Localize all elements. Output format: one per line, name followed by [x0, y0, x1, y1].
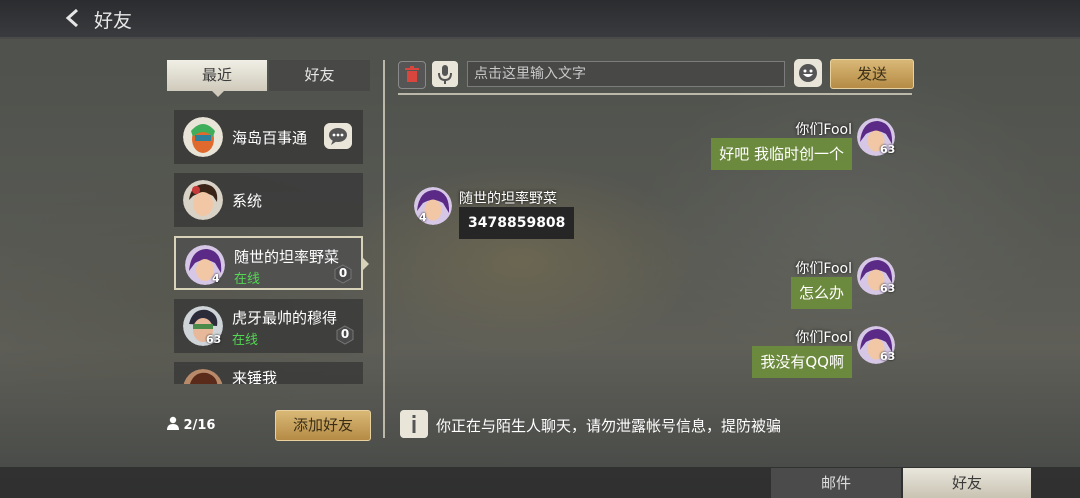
message-bubble: 3478859808	[459, 207, 575, 239]
tab-mail[interactable]: 邮件	[771, 468, 901, 498]
contact-item-selected[interactable]: 4 随世的坦率野菜 在线 0	[174, 236, 363, 290]
info-icon	[400, 410, 428, 438]
message-input[interactable]	[467, 61, 785, 87]
friend-count: 2/16	[167, 416, 215, 433]
unread-badge: 0	[333, 264, 353, 284]
send-button[interactable]: 发送	[830, 59, 914, 89]
message-bubble: 怎么办	[790, 277, 852, 309]
level-badge: 4	[212, 272, 220, 285]
level-badge: 63	[880, 143, 896, 156]
chat-bubble-icon[interactable]	[324, 123, 352, 149]
tab-friends[interactable]: 好友	[269, 60, 370, 91]
level-badge: 4	[419, 211, 427, 224]
message-sender: 你们Fool	[795, 261, 852, 277]
contact-item[interactable]: 来锤我	[174, 362, 363, 384]
selection-arrow-icon	[363, 258, 369, 270]
online-status: 在线	[232, 333, 259, 348]
contact-item-npc[interactable]: 海岛百事通	[174, 110, 363, 164]
unread-count: 0	[338, 266, 348, 280]
message-sender: 你们Fool	[795, 330, 852, 346]
emoji-icon[interactable]	[794, 59, 822, 87]
microphone-icon[interactable]	[432, 61, 458, 87]
message-bubble: 我没有QQ啊	[752, 346, 852, 378]
contact-name: 虎牙最帅的穆得	[232, 309, 338, 327]
back-arrow-icon[interactable]	[64, 8, 84, 28]
message-sender: 你们Fool	[795, 122, 852, 138]
contact-name: 系统	[232, 192, 263, 210]
trash-icon[interactable]	[398, 61, 426, 89]
avatar	[183, 180, 223, 220]
level-badge: 63	[880, 350, 896, 363]
level-badge: 63	[880, 282, 896, 295]
contact-item-system[interactable]: 系统	[174, 173, 363, 227]
message-sender: 随世的坦率野菜	[459, 191, 557, 207]
input-divider	[398, 93, 912, 95]
contact-name: 海岛百事通	[232, 129, 308, 147]
avatar	[183, 369, 223, 384]
tab-friends-bottom[interactable]: 好友	[903, 468, 1031, 498]
add-friend-button[interactable]: 添加好友	[275, 410, 371, 441]
friend-count-value: 2/16	[183, 418, 216, 433]
level-badge: 63	[206, 333, 222, 346]
page-title: 好友	[94, 10, 133, 32]
person-icon	[167, 416, 179, 430]
tab-indicator	[212, 91, 224, 97]
contact-item[interactable]: 63 虎牙最帅的穆得 在线 0	[174, 299, 363, 353]
message-bubble: 好吧 我临时创一个	[711, 138, 852, 170]
tab-recent[interactable]: 最近	[167, 60, 267, 91]
avatar	[183, 117, 223, 157]
online-status: 在线	[234, 272, 261, 287]
contact-name: 随世的坦率野菜	[234, 248, 340, 266]
unread-count: 0	[340, 327, 350, 341]
contact-name: 来锤我	[232, 369, 278, 384]
top-bar: 好友	[0, 0, 1080, 39]
contact-tabs: 最近 好友	[167, 60, 370, 97]
security-notice: 你正在与陌生人聊天，请勿泄露帐号信息，提防被骗	[436, 417, 782, 435]
panel-divider	[383, 60, 385, 438]
unread-badge: 0	[335, 325, 355, 345]
